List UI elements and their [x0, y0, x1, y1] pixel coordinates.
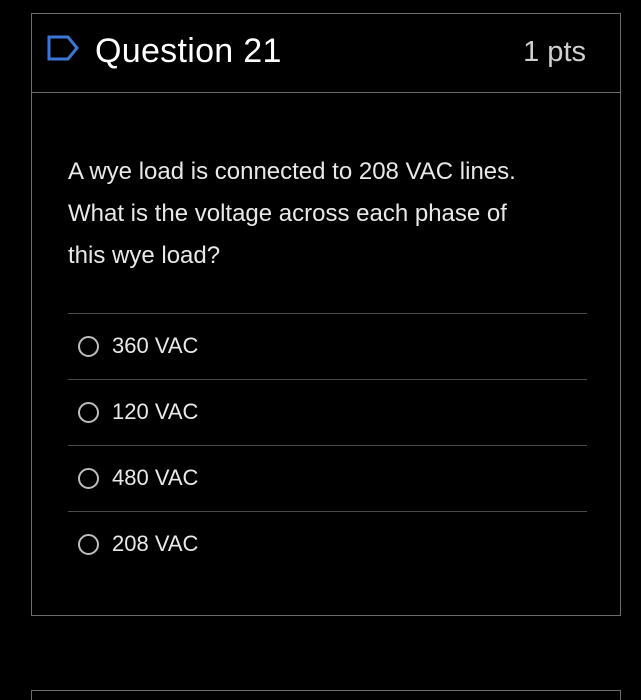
radio-button[interactable] — [78, 468, 99, 489]
flag-question-icon[interactable] — [46, 33, 84, 63]
answer-option[interactable]: 208 VAC — [68, 511, 587, 577]
question-text: A wye load is connected to 208 VAC lines… — [68, 158, 516, 269]
question-header: Question 21 1 pts — [32, 14, 620, 93]
answer-option[interactable]: 360 VAC — [68, 313, 587, 379]
quiz-page: Question 21 1 pts A wye load is connecte… — [0, 0, 641, 700]
question-points: 1 pts — [523, 36, 586, 68]
answer-label[interactable]: 360 VAC — [112, 333, 198, 359]
answer-list: 360 VAC 120 VAC 480 VAC 208 VAC — [68, 313, 587, 577]
answer-label[interactable]: 480 VAC — [112, 465, 198, 491]
answer-option[interactable]: 480 VAC — [68, 445, 587, 511]
answer-label[interactable]: 208 VAC — [112, 531, 198, 557]
radio-button[interactable] — [78, 402, 99, 423]
next-question-card — [31, 690, 621, 700]
radio-button[interactable] — [78, 534, 99, 555]
answer-label[interactable]: 120 VAC — [112, 399, 198, 425]
question-card: Question 21 1 pts A wye load is connecte… — [31, 13, 621, 616]
radio-button[interactable] — [78, 336, 99, 357]
answer-option[interactable]: 120 VAC — [68, 379, 587, 445]
question-title: Question 21 — [95, 32, 282, 70]
